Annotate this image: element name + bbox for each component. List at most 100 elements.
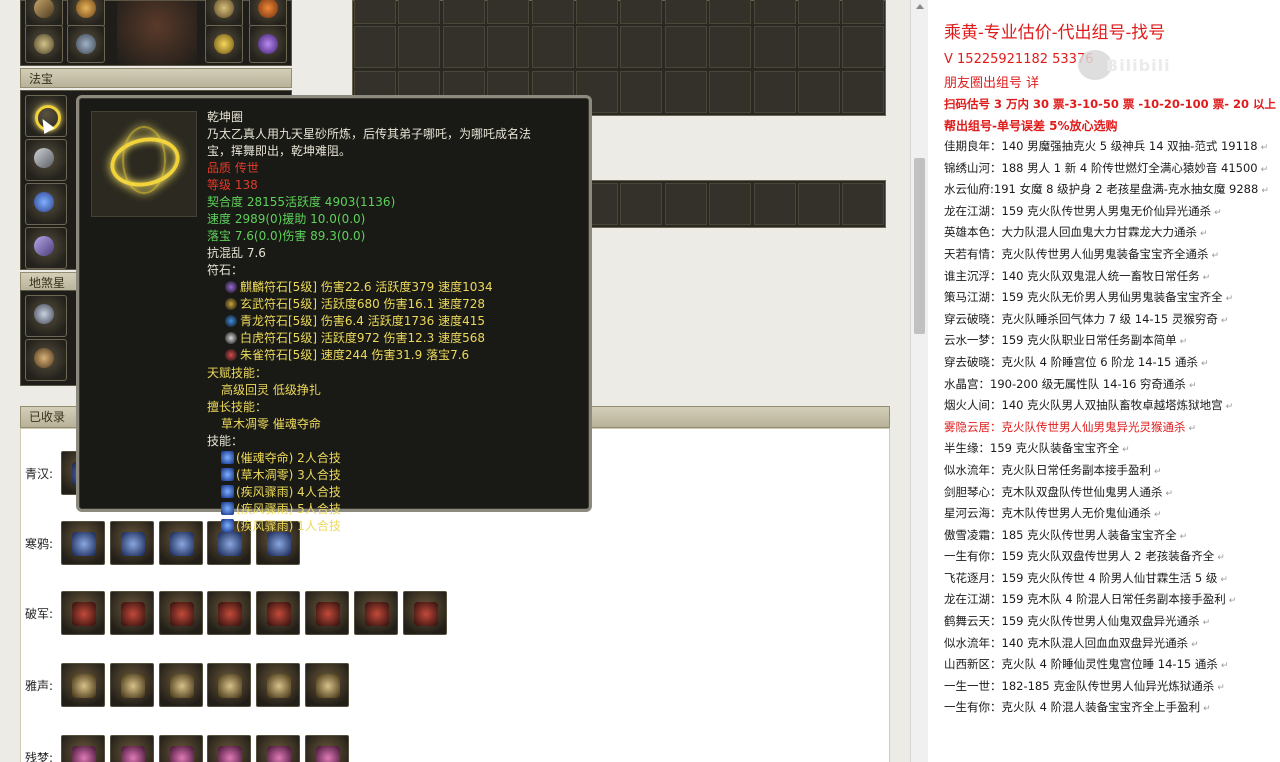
collection-item[interactable] [109, 591, 154, 635]
inventory-cell[interactable] [398, 0, 441, 24]
equip-slot-orb[interactable] [249, 0, 287, 27]
collection-item[interactable] [402, 591, 447, 635]
collection-item[interactable] [353, 591, 398, 635]
fabao-slot-3[interactable] [25, 183, 67, 225]
collection-item[interactable] [305, 663, 349, 707]
skill-row: (疾风骤雨) 5人合技 [221, 501, 341, 518]
scrollbar-thumb[interactable] [914, 158, 925, 334]
inventory-cell[interactable] [442, 26, 485, 69]
account-entry-text: 水云仙府:191 女魔 8 级护身 2 老孩星盘满-克水抽女魔 9288 [944, 182, 1259, 197]
collection-item[interactable] [109, 521, 154, 565]
collection-item[interactable] [207, 591, 252, 635]
inventory-cell[interactable] [576, 26, 618, 69]
inventory-cell[interactable] [842, 0, 885, 24]
account-entry: 一生一世：182-185 克金队传世男人仙异光炼狱通杀 ↵ [944, 676, 1278, 698]
account-entry: 龙在江湖：159 克木队 4 阶混人日常任务副本接手盈利 ↵ [944, 589, 1278, 611]
vertical-scrollbar[interactable] [910, 0, 928, 762]
paragraph-mark-icon: ↵ [1217, 682, 1225, 693]
collection-item[interactable] [158, 591, 203, 635]
paragraph-mark-icon: ↵ [1188, 380, 1197, 391]
inventory-cell[interactable] [664, 0, 707, 24]
rune-icon [225, 298, 237, 310]
inventory-cell[interactable] [354, 26, 396, 69]
collection-item[interactable] [207, 663, 252, 707]
skill-icon [221, 468, 234, 481]
collection-item[interactable] [61, 591, 105, 635]
inventory-cell[interactable] [753, 70, 796, 113]
rune-icon [225, 332, 237, 344]
collection-item-icon [413, 602, 438, 626]
inventory-cell[interactable] [842, 26, 885, 69]
inventory-cell[interactable] [664, 26, 707, 69]
collection-item[interactable] [256, 735, 301, 762]
inventory-cell[interactable] [620, 26, 663, 69]
dishaxing-slot-2[interactable] [25, 339, 67, 381]
equip-slot-bracelet[interactable] [205, 25, 243, 63]
inventory-cell[interactable] [531, 0, 574, 24]
inventory-cell[interactable] [753, 26, 796, 69]
equip-slot-boots[interactable] [67, 25, 105, 63]
inventory-cell[interactable] [753, 0, 796, 24]
collection-item[interactable] [109, 663, 154, 707]
inventory-cell[interactable] [753, 183, 796, 225]
equip-slot-helmet[interactable] [67, 0, 105, 27]
inventory-cell[interactable] [842, 183, 885, 225]
inventory-cell[interactable] [709, 0, 752, 24]
inventory-cell[interactable] [576, 0, 618, 24]
fabao-section-title: 法宝 [20, 68, 292, 88]
collection-item[interactable] [109, 735, 154, 762]
collection-item[interactable] [256, 663, 301, 707]
collection-item-icon [169, 602, 194, 626]
collection-item[interactable] [256, 591, 301, 635]
inventory-cell[interactable] [620, 70, 663, 113]
rune-row: 白虎符石[5级] 活跃度972 伤害12.3 速度568 [225, 330, 485, 347]
account-entry: 一生有你：克火队 4 阶混人装备宝宝齐全上手盈利 ↵ [944, 697, 1278, 719]
collection-item[interactable] [61, 521, 105, 565]
inventory-cell[interactable] [620, 183, 663, 225]
dishaxing-slot-1[interactable] [25, 295, 67, 337]
item-fit-stat: 契合度 28155活跃度 4903(1136) [207, 195, 396, 209]
paragraph-mark-icon: ↵ [1191, 639, 1199, 650]
fabao-slot-2[interactable] [25, 139, 67, 181]
info-panel: 乘黄-专业估价-代出组号-找号 V 15225921182 53376 朋友圈出… [928, 0, 1280, 762]
collection-item[interactable] [305, 591, 349, 635]
equip-slot-jade[interactable] [249, 25, 287, 63]
inventory-cell[interactable] [398, 26, 441, 69]
inventory-cell[interactable] [442, 0, 485, 24]
inventory-cell[interactable] [798, 26, 840, 69]
equip-slot-ring[interactable] [205, 0, 243, 27]
equip-slot-weapon[interactable] [25, 0, 63, 27]
collection-item[interactable] [158, 663, 203, 707]
inventory-cell[interactable] [842, 70, 885, 113]
collection-item[interactable] [61, 735, 105, 762]
inventory-cell[interactable] [709, 26, 752, 69]
item-name: 乾坤圈 [207, 110, 244, 124]
inventory-cell[interactable] [709, 70, 752, 113]
rune-text: 白虎符石[5级] 活跃度972 伤害12.3 速度568 [240, 331, 485, 345]
inventory-cell[interactable] [798, 183, 840, 225]
inventory-cell[interactable] [798, 70, 840, 113]
inventory-cell[interactable] [487, 0, 530, 24]
equip-slot-necklace[interactable] [25, 25, 63, 63]
scroll-up-icon[interactable] [916, 4, 924, 9]
collection-item[interactable] [305, 735, 349, 762]
character-figure [117, 1, 197, 65]
inventory-cell[interactable] [620, 0, 663, 24]
inventory-cell[interactable] [354, 0, 396, 24]
group-note: 帮出组号-单号误差 5%放心选购 [944, 119, 1118, 133]
inventory-cell[interactable] [664, 70, 707, 113]
inventory-cell[interactable] [664, 183, 707, 225]
inventory-cell[interactable] [798, 0, 840, 24]
collection-item[interactable] [158, 521, 203, 565]
inventory-cell[interactable] [709, 183, 752, 225]
inventory-cell[interactable] [487, 26, 530, 69]
collection-item[interactable] [61, 663, 105, 707]
collection-item[interactable] [158, 735, 203, 762]
moments-line: 朋友圈出组号 详 [944, 76, 1040, 91]
fabao-slot-4[interactable] [25, 227, 67, 269]
paragraph-mark-icon: ↵ [1154, 466, 1162, 477]
account-entry-text: 英雄本色：大力队混人回血鬼大力甘霖龙大力通杀 [944, 225, 1197, 240]
collection-item[interactable] [207, 735, 252, 762]
item-fall-stat: 落宝 7.6(0.0)伤害 89.3(0.0) [207, 229, 366, 243]
inventory-cell[interactable] [531, 26, 574, 69]
